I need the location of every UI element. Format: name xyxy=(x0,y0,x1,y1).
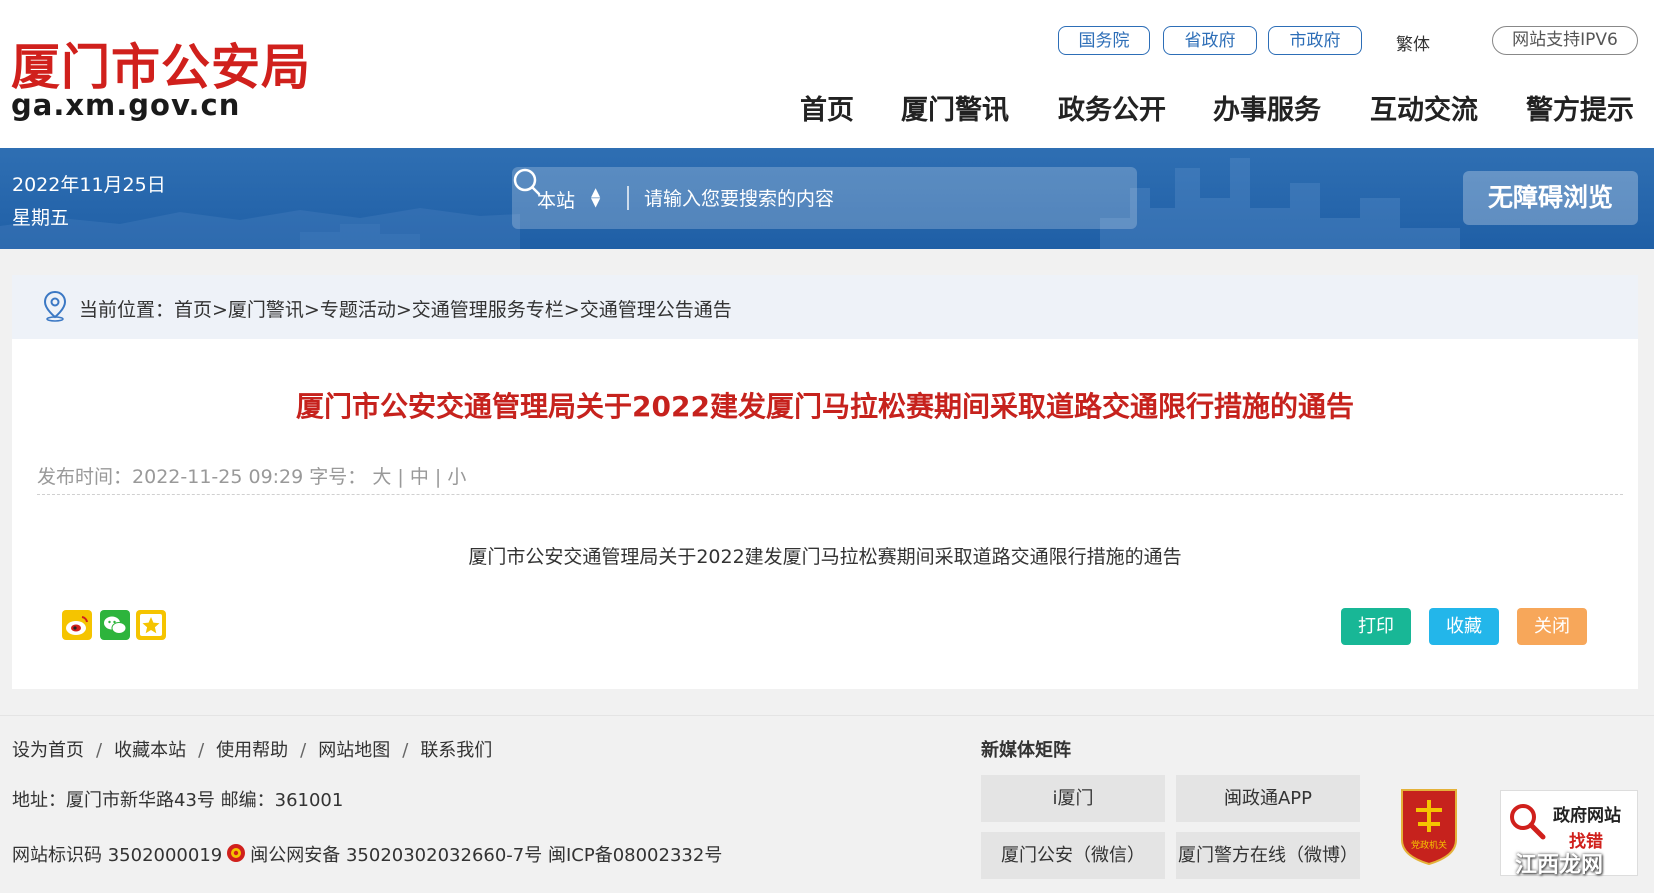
media-wechat-button[interactable]: 厦门公安（微信） xyxy=(981,832,1165,879)
search-icon[interactable] xyxy=(512,167,542,197)
nav-police-news[interactable]: 厦门警讯 xyxy=(901,88,1009,127)
party-badge-text: 党政机关 xyxy=(1411,839,1447,851)
nav-home[interactable]: 首页 xyxy=(800,88,854,127)
updown-arrow-icon[interactable]: ▲ ▼ xyxy=(591,186,600,208)
party-gov-badge-icon[interactable]: 党政机关 xyxy=(1396,784,1462,868)
footer-link-set-home[interactable]: 设为首页 xyxy=(12,740,84,761)
footer-links: 设为首页 / 收藏本站 / 使用帮助 / 网站地图 / 联系我们 xyxy=(12,736,492,762)
accessibility-button[interactable]: 无障碍浏览 xyxy=(1463,171,1638,225)
breadcrumb-text: 当前位置：首页>厦门警讯>专题活动>交通管理服务专栏>交通管理公告通告 xyxy=(79,295,732,322)
breadcrumb: 当前位置：首页>厦门警讯>专题活动>交通管理服务专栏>交通管理公告通告 xyxy=(12,275,1638,339)
breadcrumb-path[interactable]: 首页>厦门警讯>专题活动>交通管理服务专栏>交通管理公告通告 xyxy=(174,299,732,321)
gov-error-line1: 政府网站 xyxy=(1553,806,1621,826)
publish-time: 2022-11-25 09:29 xyxy=(132,466,304,488)
site-footer: 设为首页 / 收藏本站 / 使用帮助 / 网站地图 / 联系我们 地址：厦门市新华路43号 邮编… xyxy=(0,715,1654,893)
search-box: 本站 ▲ ▼ xyxy=(512,167,1137,229)
print-button[interactable]: 打印 xyxy=(1341,608,1411,645)
media-minzhengtong-button[interactable]: 闽政通APP xyxy=(1176,775,1360,822)
media-weibo-button[interactable]: 厦门警方在线（微博） xyxy=(1176,832,1360,879)
publish-label: 发布时间： xyxy=(37,466,133,488)
site-header: 厦门市公安局 ga.xm.gov.cn 国务院 省政府 市政府 繁体 网站支持I… xyxy=(0,0,1654,148)
font-size-label: 字号： xyxy=(309,466,367,488)
police-record[interactable]: 闽公网安备 35020302032660-7号 闽ICP备08002332号 xyxy=(250,845,722,866)
close-button[interactable]: 关闭 xyxy=(1517,608,1587,645)
article-title: 厦门市公安交通管理局关于2022建发厦门马拉松赛期间采取道路交通限行措施的通告 xyxy=(296,390,1354,423)
favorite-star-icon[interactable] xyxy=(136,610,166,640)
location-pin-icon xyxy=(43,290,67,322)
traditional-chinese-toggle[interactable]: 繁体 xyxy=(1396,30,1430,55)
toplink-provincial-gov[interactable]: 省政府 xyxy=(1163,26,1257,55)
article-meta: 发布时间：2022-11-25 09:29 字号： 大 | 中 | 小 xyxy=(37,466,467,488)
current-weekday: 星期五 xyxy=(12,207,70,229)
media-ixiamen-button[interactable]: i厦门 xyxy=(981,775,1165,822)
footer-link-contact[interactable]: 联系我们 xyxy=(420,740,492,761)
footer-link-separator: / xyxy=(96,740,103,761)
watermark-text: 江西龙网 xyxy=(1515,853,1604,878)
wechat-icon[interactable] xyxy=(100,610,130,640)
footer-icp: 网站标识码 3502000019 闽公网安备 35020302032660-7号 … xyxy=(12,841,722,867)
nav-police-tips[interactable]: 警方提示 xyxy=(1526,88,1634,127)
footer-link-separator: / xyxy=(300,740,307,761)
article-panel: 厦门市公安交通管理局关于2022建发厦门马拉松赛期间采取道路交通限行措施的通告 … xyxy=(12,339,1638,689)
footer-address: 地址：厦门市新华路43号 邮编：361001 xyxy=(12,790,344,811)
footer-link-sitemap[interactable]: 网站地图 xyxy=(318,740,390,761)
footer-link-separator: / xyxy=(402,740,409,761)
search-banner: 2022年11月25日 星期五 本站 ▲▼ 无障碍浏览 xyxy=(0,148,1654,249)
ipv6-badge: 网站支持IPV6 xyxy=(1492,26,1638,55)
magnifier-error-icon xyxy=(1510,804,1546,840)
nav-services[interactable]: 办事服务 xyxy=(1213,88,1321,127)
article-body: 厦门市公安交通管理局关于2022建发厦门马拉松赛期间采取道路交通限行措施的通告 xyxy=(468,546,1182,568)
favorite-button[interactable]: 收藏 xyxy=(1429,608,1499,645)
toplink-city-gov[interactable]: 市政府 xyxy=(1268,26,1362,55)
footer-link-bookmark[interactable]: 收藏本站 xyxy=(114,740,186,761)
breadcrumb-label: 当前位置： xyxy=(79,299,175,321)
search-divider xyxy=(627,186,629,210)
nav-interaction[interactable]: 互动交流 xyxy=(1370,88,1478,127)
font-size-medium[interactable]: 中 xyxy=(410,466,429,488)
weibo-icon[interactable] xyxy=(62,610,92,640)
police-badge-icon xyxy=(227,844,246,862)
toplink-state-council[interactable]: 国务院 xyxy=(1058,26,1150,55)
nav-government-affairs[interactable]: 政务公开 xyxy=(1058,88,1166,127)
footer-link-separator: / xyxy=(198,740,205,761)
new-media-title: 新媒体矩阵 xyxy=(981,740,1071,761)
current-date: 2022年11月25日 xyxy=(12,174,166,196)
site-id-code: 网站标识码 3502000019 xyxy=(12,845,223,866)
font-size-small[interactable]: 小 xyxy=(447,466,466,488)
font-size-large[interactable]: 大 xyxy=(372,466,391,488)
site-logo-domain[interactable]: ga.xm.gov.cn xyxy=(11,88,240,122)
search-input[interactable] xyxy=(642,181,1066,217)
footer-link-help[interactable]: 使用帮助 xyxy=(216,740,288,761)
meta-divider xyxy=(37,494,1623,495)
search-scope-select[interactable]: 本站 xyxy=(537,186,575,213)
